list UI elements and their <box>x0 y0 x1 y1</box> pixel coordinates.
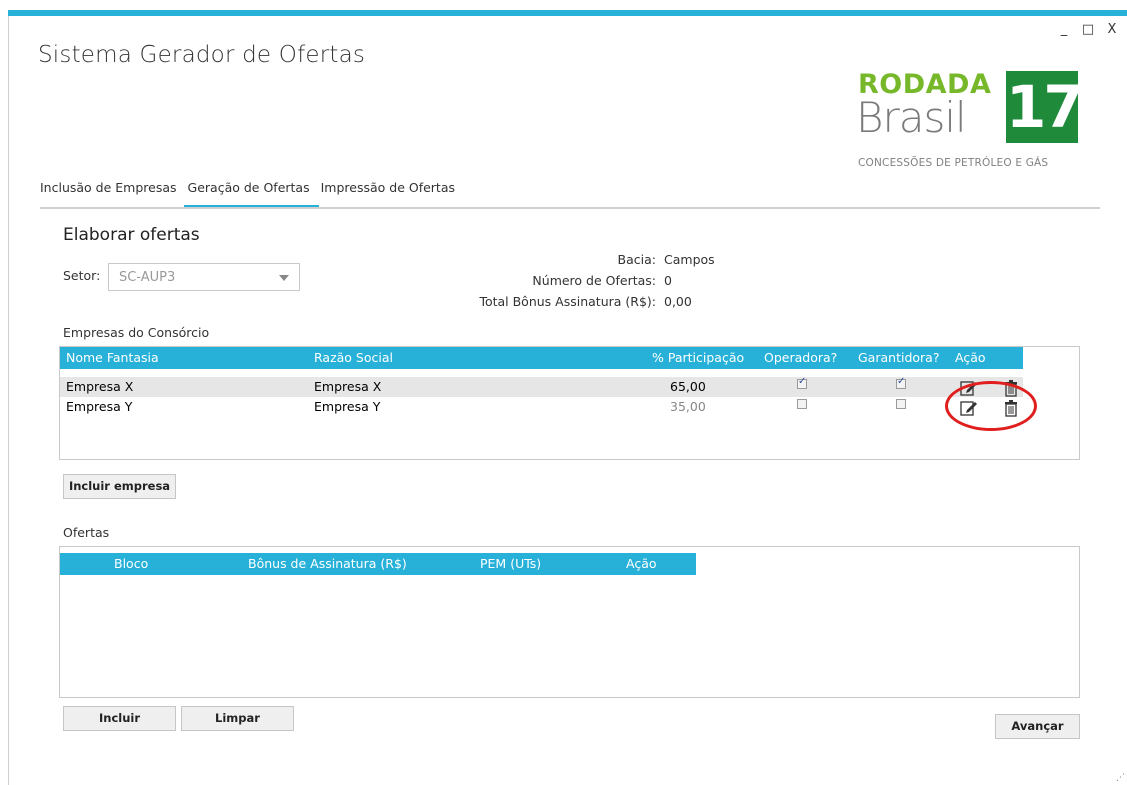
garantidora-checkbox[interactable] <box>896 376 906 389</box>
tab-divider <box>40 207 1100 209</box>
col-operadora[interactable]: Operadora? <box>764 350 837 365</box>
cell-nome: Empresa Y <box>66 399 133 414</box>
garantidora-checkbox[interactable] <box>896 399 906 409</box>
table-row[interactable]: Empresa X Empresa X 65,00 <box>60 376 1023 397</box>
minimize-button[interactable]: _ <box>1057 22 1071 37</box>
col-razao-social[interactable]: Razão Social <box>314 350 393 365</box>
resize-grip-icon[interactable]: ⋰ <box>1116 773 1125 783</box>
setor-selected-value: SC-AUP3 <box>119 270 176 285</box>
section-title: Elaborar ofertas <box>63 225 200 245</box>
consorcio-grid-header: Nome Fantasia Razão Social % Participaçã… <box>60 347 1023 369</box>
limpar-button[interactable]: Limpar <box>181 706 294 731</box>
bacia-value: Campos <box>664 252 715 267</box>
table-row[interactable]: Empresa Y Empresa Y 35,00 <box>60 397 1023 417</box>
cell-participacao[interactable]: 35,00 <box>670 399 706 414</box>
ofertas-grid: Bloco Bônus de Assinatura (R$) PEM (UTs)… <box>59 546 1080 698</box>
title-bar <box>0 0 1127 10</box>
cell-razao: Empresa X <box>314 379 382 394</box>
total-bonus-label: Total Bônus Assinatura (R$): <box>479 294 656 309</box>
setor-label: Setor: <box>63 268 101 283</box>
operadora-checkbox[interactable] <box>797 376 807 389</box>
col-participacao[interactable]: % Participação <box>652 350 744 365</box>
cell-nome: Empresa X <box>66 379 134 394</box>
tab-inclusao-empresas[interactable]: Inclusão de Empresas <box>40 178 180 208</box>
col-acao[interactable]: Ação <box>955 350 986 365</box>
consorcio-grid: Nome Fantasia Razão Social % Participaçã… <box>59 346 1080 460</box>
window-controls: _ □ X <box>1057 22 1119 37</box>
col-nome-fantasia[interactable]: Nome Fantasia <box>66 350 159 365</box>
consorcio-label: Empresas do Consórcio <box>63 325 210 340</box>
tab-geracao-ofertas[interactable]: Geração de Ofertas <box>183 178 319 208</box>
num-ofertas-label: Número de Ofertas: <box>532 273 656 288</box>
highlight-annotation <box>945 381 1037 431</box>
col-garantidora[interactable]: Garantidora? <box>858 350 939 365</box>
operadora-checkbox[interactable] <box>797 399 807 409</box>
incluir-empresa-button[interactable]: Incluir empresa <box>63 474 176 499</box>
col-acao[interactable]: Ação <box>626 556 657 571</box>
window-accent-bar <box>8 10 1127 16</box>
chevron-down-icon <box>279 275 289 281</box>
avancar-button[interactable]: Avançar <box>995 714 1080 739</box>
close-button[interactable]: X <box>1105 22 1119 37</box>
maximize-button[interactable]: □ <box>1081 22 1095 37</box>
cell-participacao[interactable]: 65,00 <box>670 379 706 394</box>
setor-dropdown[interactable]: SC-AUP3 <box>108 263 300 291</box>
logo-subtitle: CONCESSÕES DE PETRÓLEO E GÁS <box>858 157 1049 169</box>
col-pem[interactable]: PEM (UTs) <box>480 556 541 571</box>
col-bonus-assinatura[interactable]: Bônus de Assinatura (R$) <box>248 556 407 571</box>
window-left-border <box>8 16 9 785</box>
logo-text-brasil: Brasil <box>856 93 967 142</box>
col-bloco[interactable]: Bloco <box>114 556 148 571</box>
ofertas-grid-header: Bloco Bônus de Assinatura (R$) PEM (UTs)… <box>60 553 696 575</box>
num-ofertas-value: 0 <box>664 273 672 288</box>
incluir-button[interactable]: Incluir <box>63 706 176 731</box>
logo-number: 17 <box>1006 71 1084 143</box>
rodada-brasil-logo: RODADA Brasil 17 CONCESSÕES DE PETRÓLEO … <box>856 69 1086 175</box>
tab-impressao-ofertas[interactable]: Impressão de Ofertas <box>321 178 458 208</box>
total-bonus-value: 0,00 <box>664 294 692 309</box>
bacia-label: Bacia: <box>617 252 656 267</box>
ofertas-label: Ofertas <box>63 525 110 540</box>
app-title: Sistema Gerador de Ofertas <box>38 42 366 68</box>
cell-razao: Empresa Y <box>314 399 381 414</box>
tab-bar: Inclusão de Empresas Geração de Ofertas … <box>40 178 466 208</box>
